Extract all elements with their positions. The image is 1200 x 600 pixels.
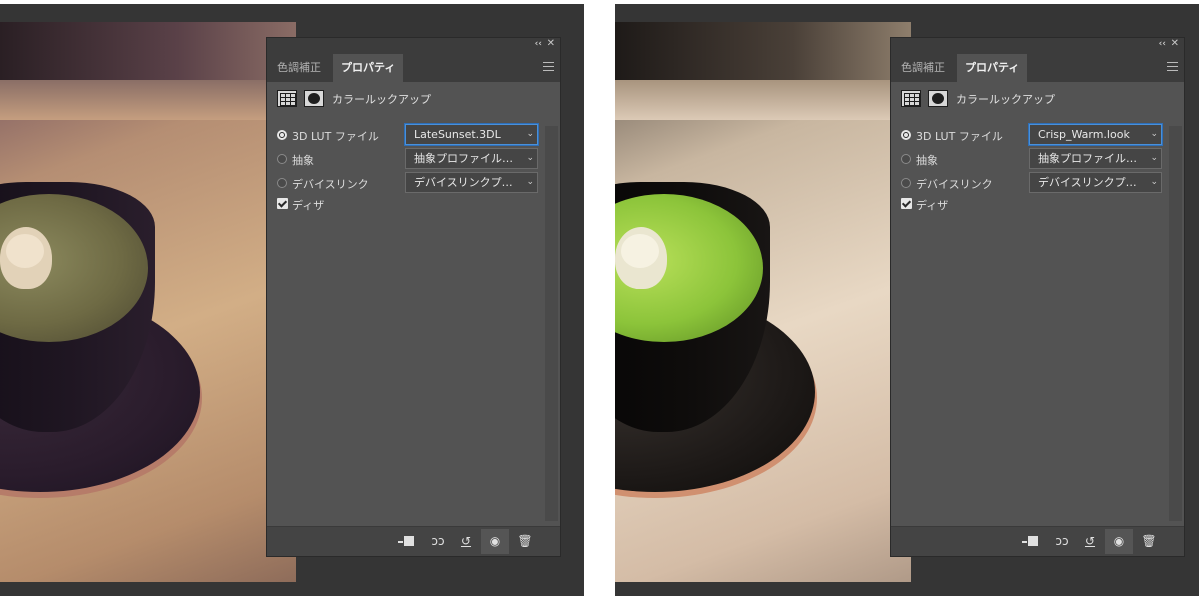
- properties-panel: ‹‹ ✕ 色調補正 プロパティ カラールックアップ 3D LUT ファイル La…: [266, 37, 561, 557]
- panel-bottombar: ↄↄ ↺ ◉ 🗑: [891, 526, 1184, 556]
- panel-bottombar: ↄↄ ↺ ◉ 🗑: [267, 526, 560, 556]
- table-edge: [615, 80, 911, 120]
- latte-heart: [6, 234, 44, 268]
- chevron-down-icon: ⌄: [1150, 153, 1158, 163]
- photo-canvas-before: [0, 22, 296, 582]
- view-previous-icon[interactable]: ↄↄ: [1051, 533, 1073, 549]
- option-label: 3D LUT ファイル: [292, 130, 379, 143]
- close-icon[interactable]: ✕: [547, 38, 555, 49]
- trash-icon[interactable]: 🗑: [517, 533, 533, 549]
- option-label: 抽象: [292, 154, 314, 167]
- dropdown-value: Crisp_Warm.look: [1038, 128, 1130, 141]
- dropdown-value: LateSunset.3DL: [414, 128, 501, 141]
- reset-icon[interactable]: ↺: [458, 533, 474, 549]
- workspace-after: ‹‹ ✕ 色調補正 プロパティ カラールックアップ 3D LUT ファイル Cr…: [615, 4, 1199, 596]
- trash-icon[interactable]: 🗑: [1141, 533, 1157, 549]
- close-icon[interactable]: ✕: [1171, 38, 1179, 49]
- chevron-down-icon: ⌄: [526, 129, 534, 139]
- tab-adjustments[interactable]: 色調補正: [269, 54, 329, 82]
- dropdown-value: 抽象プロファイルを...: [414, 152, 522, 165]
- eye-icon[interactable]: ◉: [1105, 529, 1133, 554]
- tab-properties[interactable]: プロパティ: [333, 54, 404, 82]
- checkbox-dither[interactable]: [901, 198, 912, 209]
- scrollbar[interactable]: [1169, 126, 1182, 521]
- panel-titlebar: ‹‹ ✕: [891, 38, 1184, 52]
- menu-icon[interactable]: [1167, 62, 1178, 71]
- eye-icon[interactable]: ◉: [481, 529, 509, 554]
- collapse-icon[interactable]: ‹‹: [535, 39, 542, 49]
- mask-icon[interactable]: [304, 90, 324, 107]
- radio-3d-lut[interactable]: [277, 130, 287, 140]
- background-wall: [615, 22, 911, 80]
- background-wall: [0, 22, 296, 80]
- checkbox-dither[interactable]: [277, 198, 288, 209]
- chevron-down-icon: ⌄: [1150, 129, 1158, 139]
- collapse-icon[interactable]: ‹‹: [1159, 39, 1166, 49]
- dropdown-3d-lut-file[interactable]: LateSunset.3DL ⌄: [405, 124, 538, 145]
- latte-heart: [621, 234, 659, 268]
- panel-titlebar: ‹‹ ✕: [267, 38, 560, 52]
- radio-abstract[interactable]: [901, 154, 911, 164]
- option-label: デバイスリンク: [916, 178, 993, 191]
- option-label: デバイスリンク: [292, 178, 369, 191]
- radio-3d-lut[interactable]: [901, 130, 911, 140]
- radio-abstract[interactable]: [277, 154, 287, 164]
- tab-adjustments[interactable]: 色調補正: [893, 54, 953, 82]
- radio-device-link[interactable]: [277, 178, 287, 188]
- properties-panel: ‹‹ ✕ 色調補正 プロパティ カラールックアップ 3D LUT ファイル Cr…: [890, 37, 1185, 557]
- workspace-before: ‹‹ ✕ 色調補正 プロパティ カラールックアップ 3D LUT ファイル La…: [0, 4, 584, 596]
- option-label: 3D LUT ファイル: [916, 130, 1003, 143]
- menu-icon[interactable]: [543, 62, 554, 71]
- chevron-down-icon: ⌄: [526, 153, 534, 163]
- radio-device-link[interactable]: [901, 178, 911, 188]
- clip-to-layer-icon[interactable]: [1022, 533, 1038, 549]
- panel-tabbar: 色調補正 プロパティ: [267, 52, 560, 82]
- option-label: 抽象: [916, 154, 938, 167]
- dropdown-device-link-profile[interactable]: デバイスリンクプロファ... ⌄: [1029, 172, 1162, 193]
- mask-icon[interactable]: [928, 90, 948, 107]
- adjustment-title: カラールックアップ: [956, 93, 1055, 106]
- adjustment-title: カラールックアップ: [332, 93, 431, 106]
- dropdown-value: デバイスリンクプロファ...: [1038, 176, 1146, 189]
- table-edge: [0, 80, 296, 120]
- chevron-down-icon: ⌄: [526, 177, 534, 187]
- dropdown-abstract-profile[interactable]: 抽象プロファイルを... ⌄: [405, 148, 538, 169]
- dropdown-3d-lut-file[interactable]: Crisp_Warm.look ⌄: [1029, 124, 1162, 145]
- lut-grid-icon[interactable]: [901, 90, 921, 107]
- clip-to-layer-icon[interactable]: [398, 533, 414, 549]
- lut-grid-icon[interactable]: [277, 90, 297, 107]
- reset-icon[interactable]: ↺: [1082, 533, 1098, 549]
- view-previous-icon[interactable]: ↄↄ: [427, 533, 449, 549]
- scrollbar[interactable]: [545, 126, 558, 521]
- option-label: ディザ: [916, 199, 949, 212]
- photo-canvas-after: [615, 22, 911, 582]
- dropdown-value: 抽象プロファイルを...: [1038, 152, 1146, 165]
- tab-properties[interactable]: プロパティ: [957, 54, 1028, 82]
- chevron-down-icon: ⌄: [1150, 177, 1158, 187]
- option-label: ディザ: [292, 199, 325, 212]
- dropdown-abstract-profile[interactable]: 抽象プロファイルを... ⌄: [1029, 148, 1162, 169]
- dropdown-device-link-profile[interactable]: デバイスリンクプロファ... ⌄: [405, 172, 538, 193]
- dropdown-value: デバイスリンクプロファ...: [414, 176, 522, 189]
- panel-tabbar: 色調補正 プロパティ: [891, 52, 1184, 82]
